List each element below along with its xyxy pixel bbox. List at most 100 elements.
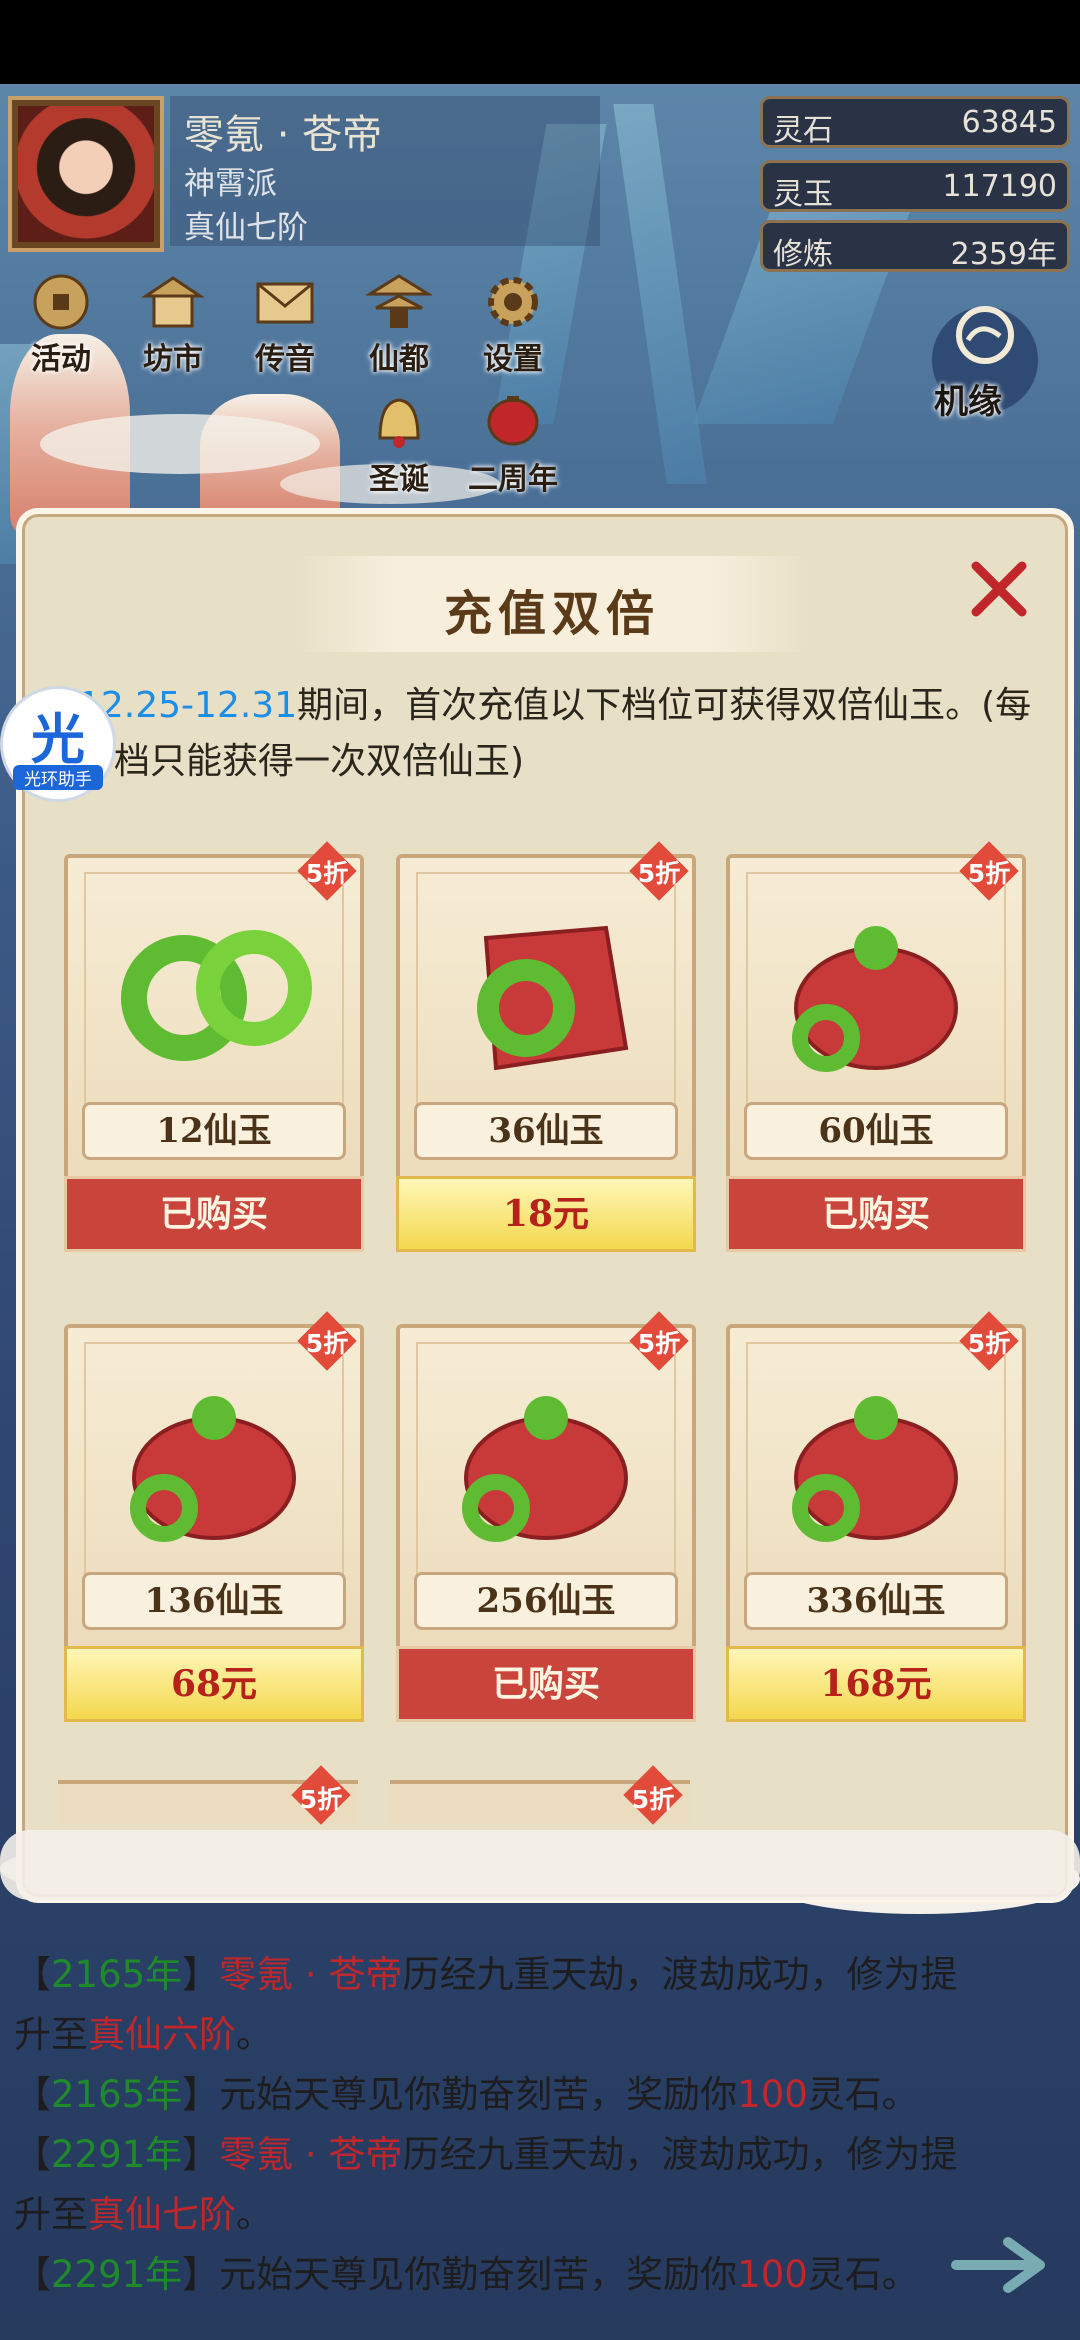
dialog-description: 12.25-12.31期间，首次充值以下档位可获得双倍仙玉。(每一档只能获得一次… [78, 678, 1038, 790]
jade-amount: 60仙玉 [744, 1102, 1008, 1160]
resource-value: 63845 [961, 105, 1057, 140]
discount-badge: 5折 [618, 1760, 688, 1830]
discount-label: 5折 [305, 859, 349, 888]
log-year: 2165年 [51, 2073, 183, 2116]
menu-anniversary[interactable]: 二周年 [458, 392, 568, 502]
player-info: 零氪 · 苍帝 神霄派 真仙七阶 [170, 96, 600, 246]
log-year: 2165年 [51, 1953, 183, 1996]
discount-badge: 5折 [286, 1760, 356, 1830]
menu-label: 传音 [255, 342, 315, 377]
resource-xiulian: 修炼 2359年 [760, 220, 1070, 272]
menu-shop[interactable]: 坊市 [118, 272, 228, 382]
event-log: 【2165年】零氪 · 苍帝历经九重天劫，渡劫成功，修为提 升至真仙六阶。 【2… [0, 1945, 1080, 2340]
recharge-tier-card: 5折 336仙玉 168元 [726, 1306, 1032, 1726]
resource-value: 117190 [942, 169, 1057, 204]
buy-price-button[interactable]: 68元 [64, 1646, 364, 1722]
jiyuan-label: 机缘 [934, 382, 1002, 422]
purchased-button[interactable]: 已购买 [64, 1176, 364, 1252]
menu-activity[interactable]: 活动 [6, 272, 116, 382]
lantern-icon [487, 396, 539, 446]
menu-label: 仙都 [369, 342, 429, 377]
log-player-name: 零氪 · 苍帝 [219, 2133, 403, 2176]
discount-badge: 5折 [624, 836, 694, 906]
jade-pendant-icon [121, 930, 312, 1061]
helper-glyph: 光 [31, 708, 85, 771]
menu-label: 活动 [31, 342, 91, 377]
discount-badge: 5折 [624, 1306, 694, 1376]
menu-settings[interactable]: 设置 [458, 272, 568, 382]
log-reward-amount: 100 [737, 2073, 808, 2116]
discount-label: 5折 [637, 859, 681, 888]
recharge-tier-card: 5折 256仙玉 已购买 [396, 1306, 702, 1726]
recharge-tier-card: 5折 36仙玉 18元 [396, 836, 702, 1256]
player-rank: 真仙七阶 [184, 210, 308, 246]
discount-badge: 5折 [292, 836, 362, 906]
log-entry: 【2291年】元始天尊见你勤奋刻苦，奖励你100灵石。 [14, 2253, 919, 2296]
buy-price-button[interactable]: 18元 [396, 1176, 696, 1252]
purchased-button[interactable]: 已购买 [396, 1646, 696, 1722]
menu-label: 设置 [483, 342, 543, 377]
player-avatar[interactable] [8, 96, 164, 252]
discount-badge: 5折 [292, 1306, 362, 1376]
mail-icon [256, 282, 314, 324]
red-pouch-jade-icon [477, 925, 629, 1071]
discount-badge: 5折 [954, 836, 1024, 906]
discount-label: 5折 [631, 1785, 675, 1814]
pavilion-icon [366, 274, 432, 328]
log-entry: 【2165年】元始天尊见你勤奋刻苦，奖励你100灵石。 [14, 2073, 919, 2116]
menu-label: 二周年 [468, 462, 558, 497]
log-entry-continued: 升至真仙六阶。 [14, 2013, 273, 2056]
jade-amount: 36仙玉 [414, 1102, 678, 1160]
menu-christmas[interactable]: 圣诞 [344, 392, 454, 502]
discount-label: 5折 [967, 1329, 1011, 1358]
buy-price-button[interactable]: 168元 [726, 1646, 1026, 1722]
discount-label: 5折 [305, 1329, 349, 1358]
close-button[interactable] [966, 556, 1032, 622]
player-name: 零氪 · 苍帝 [184, 112, 383, 158]
recharge-tier-card: 5折 136仙玉 68元 [64, 1306, 370, 1726]
jiyuan-button[interactable]: 机缘 [920, 290, 1050, 430]
resource-label: 修炼 [773, 237, 833, 272]
resource-value: 2359年 [950, 237, 1057, 272]
menu-mail[interactable]: 传音 [230, 272, 340, 382]
jade-bag-icon [792, 1396, 958, 1542]
log-year: 2291年 [51, 2253, 183, 2296]
jade-amount: 12仙玉 [82, 1102, 346, 1160]
cloud-decoration [0, 1830, 1080, 1900]
discount-label: 5折 [299, 1785, 343, 1814]
discount-label: 5折 [637, 1329, 681, 1358]
menu-xiandu[interactable]: 仙都 [344, 272, 454, 382]
bell-icon [378, 398, 420, 448]
arrow-right-icon[interactable] [950, 2230, 1060, 2300]
avatar-portrait [18, 106, 154, 242]
discount-badge: 5折 [954, 1306, 1024, 1376]
log-player-name: 零氪 · 苍帝 [219, 1953, 403, 1996]
log-rank: 真仙六阶 [88, 2013, 236, 2056]
discount-label: 5折 [967, 859, 1011, 888]
resource-lingyu: 灵玉 117190 [760, 160, 1070, 212]
purchased-button[interactable]: 已购买 [726, 1176, 1026, 1252]
recharge-tier-card: 5折 12仙玉 已购买 [64, 836, 370, 1256]
status-bar [0, 0, 1080, 84]
menu-label: 圣诞 [369, 462, 429, 497]
halo-assistant-button[interactable]: 光 光环助手 [0, 686, 116, 802]
resource-label: 灵玉 [773, 177, 833, 212]
log-entry-continued: 升至真仙七阶。 [14, 2193, 273, 2236]
jade-bag-icon [130, 1396, 296, 1542]
helper-label: 光环助手 [13, 765, 103, 790]
menu-label: 坊市 [143, 342, 203, 377]
recharge-double-dialog: 充值双倍 12.25-12.31期间，首次充值以下档位可获得双倍仙玉。(每一档只… [16, 508, 1074, 1903]
coin-icon [33, 274, 89, 330]
player-sect: 神霄派 [184, 166, 277, 202]
jade-amount: 256仙玉 [414, 1572, 678, 1630]
jade-bag-icon [462, 1396, 628, 1542]
log-reward-amount: 100 [737, 2253, 808, 2296]
log-entry: 【2291年】零氪 · 苍帝历经九重天劫，渡劫成功，修为提 [14, 2133, 958, 2176]
log-year: 2291年 [51, 2133, 183, 2176]
shop-icon [141, 276, 205, 328]
log-entry: 【2165年】零氪 · 苍帝历经九重天劫，渡劫成功，修为提 [14, 1953, 958, 1996]
resource-label: 灵石 [773, 113, 833, 148]
log-rank: 真仙七阶 [88, 2193, 236, 2236]
jade-amount: 336仙玉 [744, 1572, 1008, 1630]
jade-amount: 136仙玉 [82, 1572, 346, 1630]
